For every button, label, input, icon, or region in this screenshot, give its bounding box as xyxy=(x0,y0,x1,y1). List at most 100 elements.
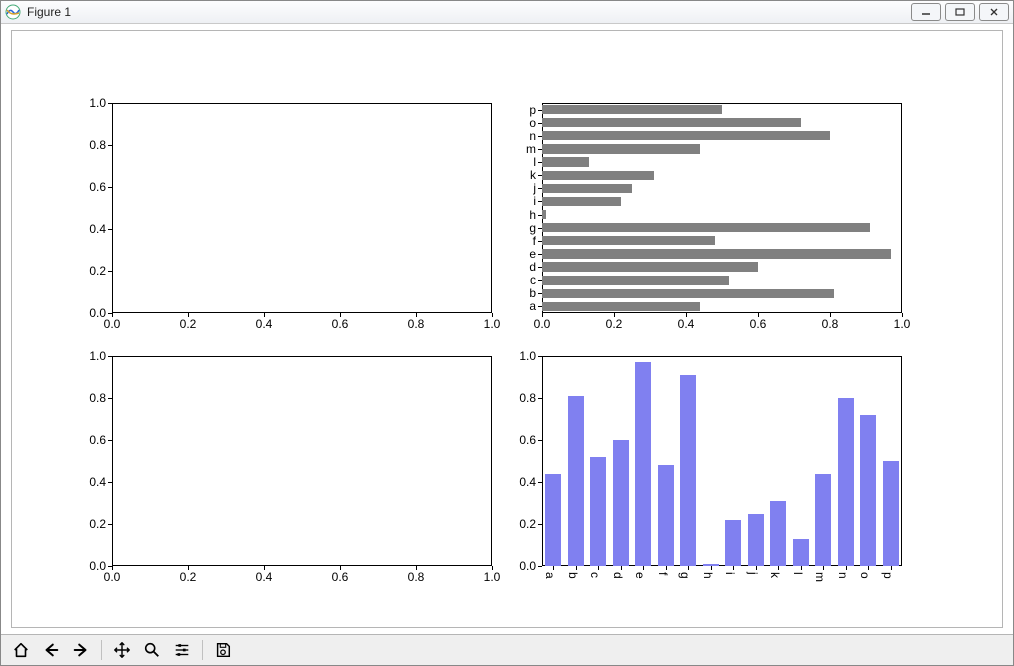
bar xyxy=(542,197,621,206)
tick-label: c xyxy=(530,273,536,287)
tick-mark xyxy=(621,566,622,570)
tick-label: j xyxy=(746,572,760,575)
tick-mark xyxy=(733,566,734,570)
tick-label: 1.0 xyxy=(519,349,536,363)
tick-label: 0.4 xyxy=(89,475,106,489)
tick-label: 0.4 xyxy=(678,317,695,331)
tick-label: k xyxy=(530,168,536,182)
tick-label: 0.2 xyxy=(89,517,106,531)
tick-mark xyxy=(553,566,554,570)
tick-label: a xyxy=(529,299,536,313)
tick-mark xyxy=(538,482,542,483)
tick-label: i xyxy=(723,572,737,575)
toolbar-separator xyxy=(202,640,203,660)
axes-top-right[interactable]: abcdefghijklmnop0.00.20.40.60.81.0 xyxy=(542,103,902,313)
bar xyxy=(815,474,831,566)
tick-label: 1.0 xyxy=(484,317,501,331)
home-button[interactable] xyxy=(7,637,35,663)
tick-label: 0.4 xyxy=(256,570,273,584)
minimize-button[interactable] xyxy=(911,3,941,21)
tick-mark xyxy=(538,162,542,163)
tick-mark xyxy=(891,566,892,570)
axes-bottom-right[interactable]: abcdefghijklmnop0.00.20.40.60.81.0 xyxy=(542,356,902,566)
tick-label: l xyxy=(533,155,536,169)
tick-label: 0.8 xyxy=(519,391,536,405)
tick-label: 0.8 xyxy=(408,570,425,584)
zoom-button[interactable] xyxy=(138,637,166,663)
tick-mark xyxy=(598,566,599,570)
pan-button[interactable] xyxy=(108,637,136,663)
axes-bottom-left[interactable]: 0.00.20.40.60.81.00.00.20.40.60.81.0 xyxy=(112,356,492,566)
bar xyxy=(748,514,764,567)
tick-label: 0.2 xyxy=(519,517,536,531)
bar xyxy=(725,520,741,566)
tick-label: o xyxy=(529,116,536,130)
bar xyxy=(883,461,899,566)
figure-window: Figure 1 0.00.20.40.60.81.00.00.20.40.60… xyxy=(0,0,1014,666)
bar xyxy=(793,539,809,566)
configure-subplots-button[interactable] xyxy=(168,637,196,663)
tick-mark xyxy=(756,566,757,570)
close-button[interactable] xyxy=(979,3,1009,21)
tick-label: 0.2 xyxy=(180,317,197,331)
save-button[interactable] xyxy=(209,637,237,663)
tick-label: b xyxy=(566,572,580,579)
tick-label: 0.0 xyxy=(534,317,551,331)
tick-label: 0.2 xyxy=(606,317,623,331)
bar xyxy=(658,465,674,566)
tick-label: 0.6 xyxy=(332,317,349,331)
figure-canvas[interactable]: 0.00.20.40.60.81.00.00.20.40.60.81.0 abc… xyxy=(11,30,1003,628)
tick-label: 0.6 xyxy=(750,317,767,331)
axes-top-left[interactable]: 0.00.20.40.60.81.00.00.20.40.60.81.0 xyxy=(112,103,492,313)
tick-mark xyxy=(108,566,112,567)
bar xyxy=(542,157,589,166)
tick-label: 0.0 xyxy=(89,306,106,320)
bar xyxy=(590,457,606,566)
tick-mark xyxy=(846,566,847,570)
toolbar-separator xyxy=(101,640,102,660)
tick-mark xyxy=(666,566,667,570)
plot-area xyxy=(112,356,492,566)
tick-label: d xyxy=(611,572,625,579)
bar xyxy=(542,131,830,140)
bar xyxy=(542,171,654,180)
titlebar: Figure 1 xyxy=(1,1,1013,24)
tick-mark xyxy=(538,136,542,137)
tick-mark xyxy=(538,398,542,399)
tick-mark xyxy=(538,123,542,124)
tick-label: 0.8 xyxy=(89,138,106,152)
tick-label: p xyxy=(529,103,536,117)
tick-mark xyxy=(108,356,112,357)
tick-label: 1.0 xyxy=(89,96,106,110)
bar xyxy=(838,398,854,566)
tick-label: d xyxy=(529,260,536,274)
bar xyxy=(542,118,801,127)
tick-mark xyxy=(538,440,542,441)
tick-mark xyxy=(108,398,112,399)
tick-label: 0.6 xyxy=(89,180,106,194)
tick-label: 1.0 xyxy=(484,570,501,584)
tick-label: 0.6 xyxy=(519,433,536,447)
tick-label: g xyxy=(529,221,536,235)
bar xyxy=(635,362,651,566)
tick-mark xyxy=(538,175,542,176)
bar xyxy=(542,249,891,258)
tick-mark xyxy=(538,356,542,357)
tick-mark xyxy=(538,241,542,242)
maximize-button[interactable] xyxy=(945,3,975,21)
tick-mark xyxy=(108,440,112,441)
tick-mark xyxy=(688,566,689,570)
tick-mark xyxy=(538,149,542,150)
tick-mark xyxy=(801,566,802,570)
forward-button[interactable] xyxy=(67,637,95,663)
tick-mark xyxy=(538,524,542,525)
tick-mark xyxy=(538,254,542,255)
tick-mark xyxy=(778,566,779,570)
bar xyxy=(568,396,584,566)
tick-label: 0.4 xyxy=(519,475,536,489)
bar xyxy=(542,210,546,219)
tick-mark xyxy=(108,229,112,230)
tick-label: 0.8 xyxy=(408,317,425,331)
back-button[interactable] xyxy=(37,637,65,663)
tick-mark xyxy=(538,215,542,216)
